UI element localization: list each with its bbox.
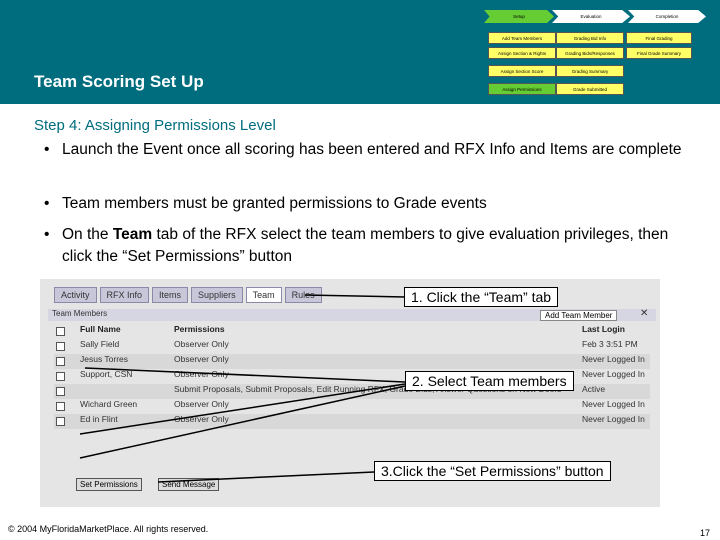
bullet-text-pre: On the: [62, 226, 113, 243]
column-header-permissions: Permissions: [174, 324, 225, 334]
row-name: Ed in Flint: [78, 414, 172, 429]
row-name: Sally Field: [80, 339, 120, 349]
row-last-login: Feb 3 3:51 PM: [582, 339, 638, 349]
row-last-login: Active: [580, 384, 650, 399]
row-permissions: Observer Only: [172, 354, 580, 369]
row-name: Wichard Green: [80, 399, 138, 409]
table-row: Ed in Flint Observer Only Never Logged I…: [54, 414, 650, 429]
flow-assign-section-rights: Assign Section & Rights: [488, 47, 556, 59]
bullet-text: On the Team tab of the RFX select the te…: [44, 224, 694, 268]
row-checkbox[interactable]: [56, 417, 65, 426]
flow-grading-bids-responses: Grading Bids/Responses: [556, 47, 624, 59]
page-title: Team Scoring Set Up: [34, 72, 204, 91]
send-message-button[interactable]: Send Message: [158, 478, 220, 491]
flow-assign-section-score: Assign Section Score: [488, 65, 556, 77]
rfx-tabs: Activity RFX Info Items Suppliers Team R…: [54, 287, 322, 303]
bullet-text-post: tab of the RFX select the team members t…: [62, 226, 669, 265]
bullet-dot: •: [44, 141, 50, 158]
row-name: Support, CSN: [80, 369, 133, 379]
copyright-footer: © 2004 MyFloridaMarketPlace. All rights …: [8, 524, 209, 534]
flow-add-team-members: Add Team Members: [488, 32, 556, 44]
bullet-item: • Team members must be granted permissio…: [44, 193, 694, 215]
flow-final-grade-summary: Final Grade Summary: [626, 47, 692, 59]
bullet-text-bold: Team: [112, 226, 153, 243]
flow-grading-summary: Grading Summary: [556, 65, 624, 77]
step-heading: Step 4: Assigning Permissions Level: [34, 117, 276, 134]
table-row: Wichard Green Observer Only Never Logged…: [54, 399, 650, 414]
callout-select-team-members: 2. Select Team members: [405, 371, 574, 391]
tab-rules[interactable]: Rules: [284, 287, 322, 303]
flow-evaluation: Evaluation: [552, 10, 630, 23]
tab-suppliers[interactable]: Suppliers: [191, 287, 243, 303]
bullet-item: • On the Team tab of the RFX select the …: [44, 224, 694, 268]
close-icon[interactable]: ✕: [640, 308, 648, 319]
bullet-dot: •: [44, 226, 50, 243]
row-checkbox[interactable]: [56, 357, 65, 366]
set-permissions-button[interactable]: Set Permissions: [76, 478, 142, 491]
row-checkbox[interactable]: [56, 387, 65, 396]
page-number: 17: [700, 528, 711, 538]
table-row: Sally Field Observer Only Feb 3 3:51 PM: [54, 339, 650, 354]
tab-activity[interactable]: Activity: [54, 287, 97, 303]
row-checkbox[interactable]: [56, 342, 65, 351]
row-name: Jesus Torres: [78, 354, 172, 369]
bullet-dot: •: [44, 195, 50, 212]
row-last-login: Never Logged In: [582, 399, 645, 409]
header-banner: Team Scoring Set Up Setup Evaluation Com…: [0, 0, 720, 104]
tab-rfx-info[interactable]: RFX Info: [99, 287, 150, 303]
bullet-item: • Launch the Event once all scoring has …: [44, 139, 694, 161]
row-last-login: Never Logged In: [580, 354, 650, 369]
column-header-full-name: Full Name: [80, 324, 121, 334]
table-header-row: Full Name Permissions Last Login: [54, 324, 650, 339]
row-permissions: Observer Only: [174, 399, 229, 409]
row-permissions: Observer Only: [172, 414, 580, 429]
tab-team[interactable]: Team: [245, 287, 282, 303]
select-all-checkbox[interactable]: [56, 327, 65, 336]
row-name: [78, 384, 172, 399]
tab-items[interactable]: Items: [152, 287, 189, 303]
row-checkbox[interactable]: [56, 402, 65, 411]
flow-grading-bid-info: Grading Bid Info: [556, 32, 624, 44]
bullet-text: Team members must be granted permissions…: [62, 195, 487, 212]
flow-completion: Completion: [628, 10, 706, 23]
callout-click-team-tab: 1. Click the “Team” tab: [404, 287, 559, 307]
flow-grade-submitted: Grade Submitted: [556, 83, 624, 95]
column-header-last-login: Last Login: [582, 324, 625, 334]
row-last-login: Never Logged In: [580, 414, 650, 429]
table-row: Jesus Torres Observer Only Never Logged …: [54, 354, 650, 369]
add-team-member-button[interactable]: Add Team Member: [540, 310, 618, 321]
flow-final-grading: Final Grading: [626, 32, 692, 44]
flow-assign-permissions: Assign Permissions: [488, 83, 556, 95]
row-permissions: Observer Only: [174, 339, 229, 349]
row-last-login: Never Logged In: [582, 369, 645, 379]
bullet-text: Launch the Event once all scoring has be…: [62, 141, 682, 158]
callout-set-permissions: 3.Click the “Set Permissions” button: [374, 461, 611, 481]
flow-setup: Setup: [484, 10, 554, 23]
row-checkbox[interactable]: [56, 372, 65, 381]
